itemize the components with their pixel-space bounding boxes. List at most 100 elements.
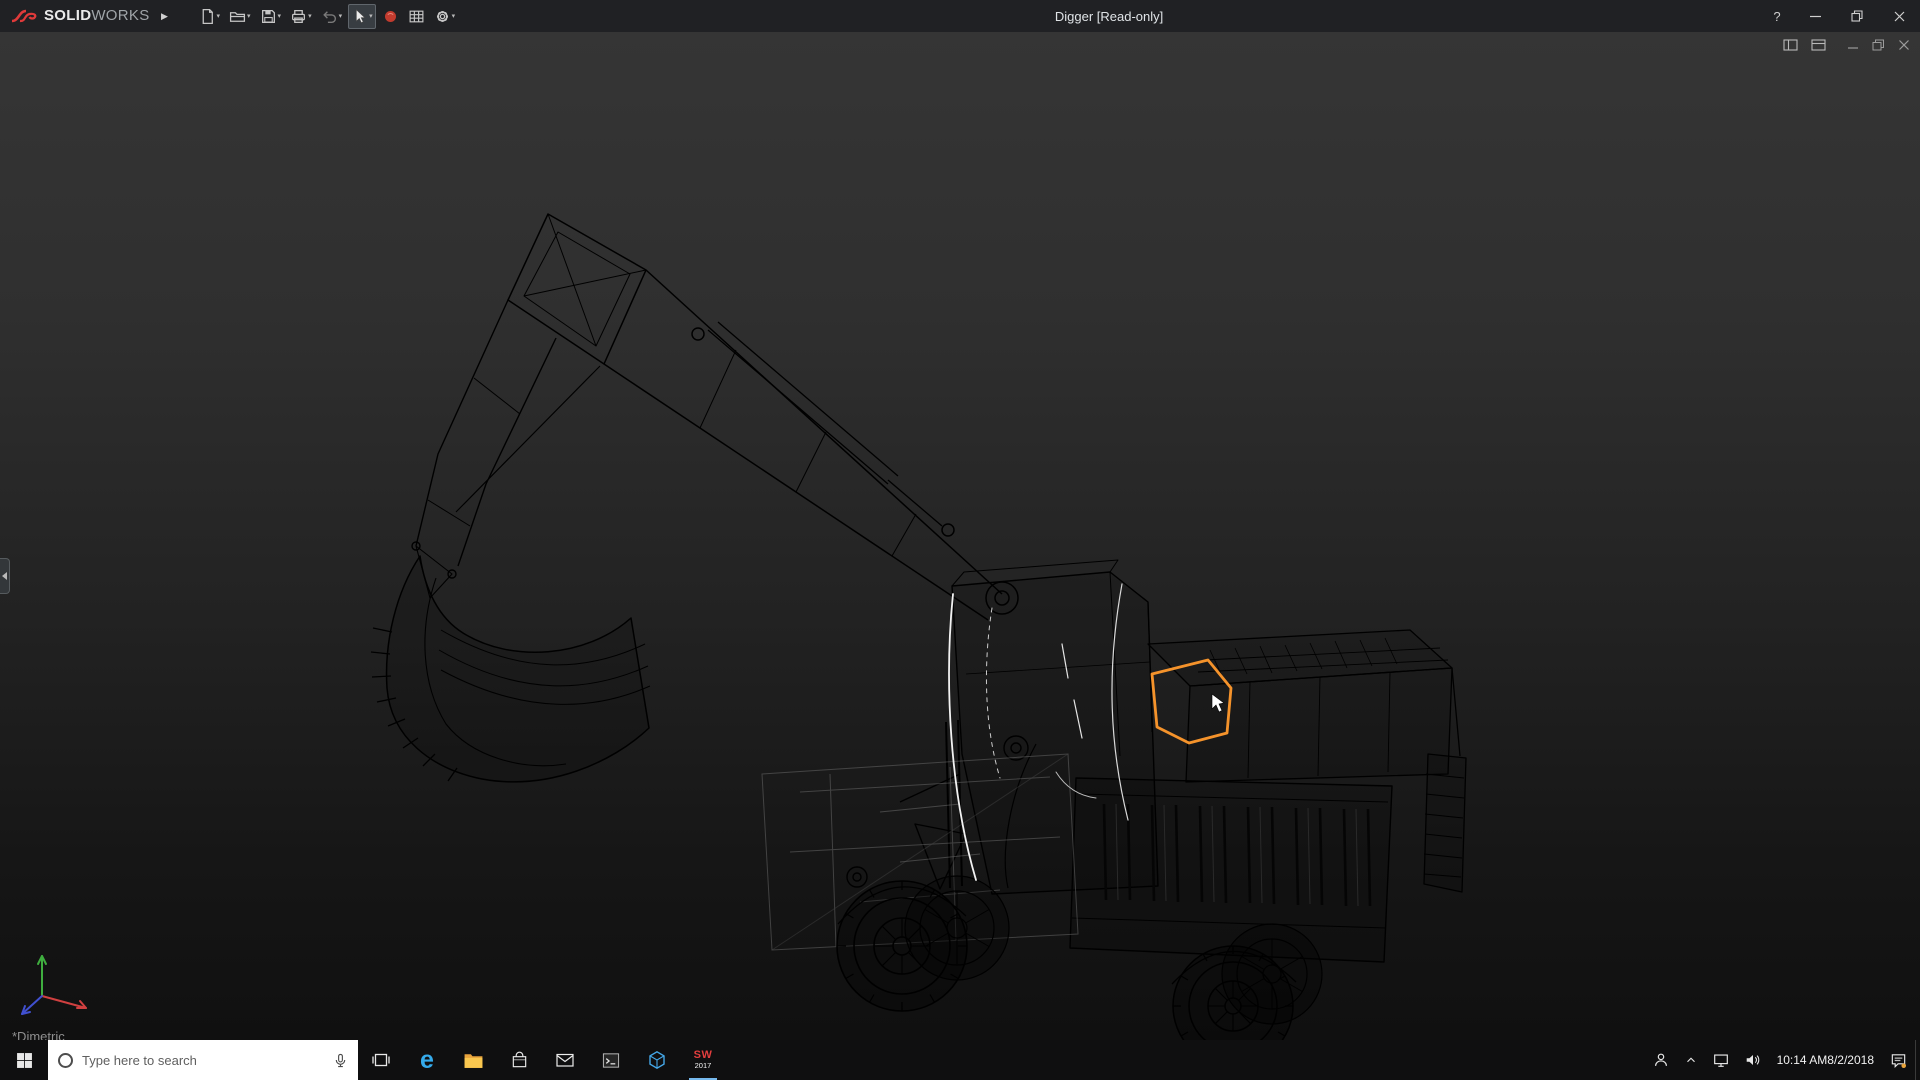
undo-button[interactable]: ▾	[318, 4, 346, 29]
triad-x-axis[interactable]	[41, 995, 87, 1009]
dropdown-caret-icon[interactable]: ▾	[308, 12, 312, 20]
sw-year-badge: 2017	[694, 1061, 712, 1071]
console-window-button[interactable]	[588, 1040, 634, 1080]
open-folder-icon	[229, 11, 246, 22]
menu-flyout-button[interactable]: ▶	[156, 5, 174, 27]
system-tray: 10:14 AM 8/2/2018	[1645, 1040, 1920, 1080]
restore-button[interactable]	[1836, 0, 1878, 32]
folder-icon	[464, 1053, 482, 1068]
doc-minimize-icon	[1848, 47, 1858, 49]
taskbar-search[interactable]	[48, 1040, 358, 1080]
boom[interactable]	[507, 213, 1019, 621]
close-button[interactable]	[1878, 0, 1920, 32]
start-button[interactable]	[0, 1040, 48, 1080]
pane-left-icon	[1783, 39, 1798, 51]
show-pane-top-button[interactable]	[1811, 38, 1826, 52]
orientation-triad[interactable]	[8, 938, 104, 1022]
document-window-controls	[1783, 38, 1910, 52]
document-title: Digger [Read-only]	[1054, 8, 1164, 24]
mail-envelope-icon	[556, 1053, 574, 1067]
feature-manager-collapsed-tab[interactable]	[0, 558, 10, 594]
store-bag-icon	[512, 1051, 526, 1067]
hidden-icons-button[interactable]	[1677, 1040, 1705, 1080]
people-icon	[1654, 1053, 1667, 1066]
chevron-up-icon	[1686, 1057, 1695, 1063]
screen: SOLIDWORKS ▶ ▾ ▾ ▾ ▾ ▾ ▾ ▾ Digger [Read-…	[0, 0, 1920, 1080]
save-button[interactable]: ▾	[257, 4, 285, 29]
search-input[interactable]	[82, 1052, 324, 1068]
dropdown-caret-icon[interactable]: ▾	[247, 12, 251, 20]
people-button[interactable]	[1645, 1040, 1677, 1080]
dropdown-caret-icon[interactable]: ▾	[452, 12, 456, 20]
quick-access-toolbar: ▾ ▾ ▾ ▾ ▾ ▾ ▾	[196, 3, 459, 29]
doc-restore-icon	[1872, 39, 1884, 51]
sw-mark: SW	[693, 1049, 713, 1062]
file-explorer-button[interactable]	[450, 1040, 496, 1080]
close-icon	[1894, 11, 1904, 21]
help-button[interactable]: ?	[1760, 9, 1794, 24]
chevron-left-icon	[2, 572, 7, 580]
print-icon	[292, 9, 306, 23]
view-orientation-label: *Dimetric	[12, 1029, 65, 1040]
clock[interactable]: 10:14 AM 8/2/2018	[1769, 1040, 1882, 1080]
dropdown-caret-icon[interactable]: ▾	[278, 12, 282, 20]
doc-close-button[interactable]	[1898, 39, 1910, 51]
solidworks-logo: SOLIDWORKS	[0, 7, 156, 25]
mail-button[interactable]	[542, 1040, 588, 1080]
edrawings-button[interactable]	[634, 1040, 680, 1080]
pane-top-icon	[1811, 39, 1826, 51]
ds-logo-icon	[11, 9, 37, 23]
brand-solid: SOLID	[44, 7, 92, 24]
brand-text: SOLIDWORKS	[44, 7, 150, 25]
gear-icon	[436, 10, 448, 22]
windows-logo-icon	[16, 1052, 32, 1068]
microphone-icon[interactable]	[333, 1053, 348, 1068]
graphics-viewport[interactable]: *Dimetric	[0, 32, 1920, 1040]
store-button[interactable]	[496, 1040, 542, 1080]
bucket[interactable]	[370, 555, 651, 783]
task-view-icon	[372, 1053, 390, 1067]
doc-close-icon	[1899, 40, 1909, 50]
save-icon	[261, 9, 275, 23]
blue-cube-icon	[649, 1050, 665, 1070]
print-button[interactable]: ▾	[287, 4, 315, 29]
xpress-products-button[interactable]	[379, 4, 402, 29]
minimize-icon	[1809, 15, 1821, 17]
excavator-wireframe-model[interactable]	[0, 32, 1920, 1040]
task-view-button[interactable]	[358, 1040, 404, 1080]
undo-icon	[322, 10, 336, 23]
xpress-products-icon	[384, 10, 396, 22]
show-desktop-button[interactable]	[1915, 1040, 1920, 1080]
open-button[interactable]: ▾	[226, 4, 254, 29]
select-cursor-icon	[356, 8, 366, 23]
arm[interactable]	[411, 299, 601, 599]
evaluate-grid-button[interactable]	[405, 4, 428, 29]
dropdown-caret-icon[interactable]: ▾	[217, 12, 221, 20]
options-button[interactable]: ▾	[431, 4, 459, 29]
minimize-button[interactable]	[1794, 0, 1836, 32]
action-center-icon	[1891, 1053, 1907, 1068]
new-document-button[interactable]: ▾	[196, 4, 224, 29]
edge-browser-button[interactable]: e	[404, 1040, 450, 1080]
edge-icon: e	[420, 1045, 434, 1074]
grid-table-icon	[409, 10, 424, 22]
doc-minimize-button[interactable]	[1839, 39, 1859, 51]
network-icon	[1713, 1054, 1728, 1067]
brand-works: WORKS	[91, 7, 150, 24]
cortana-icon	[58, 1052, 73, 1068]
titlebar: SOLIDWORKS ▶ ▾ ▾ ▾ ▾ ▾ ▾ ▾ Digger [Read-…	[0, 0, 1920, 32]
select-tool-button[interactable]: ▾	[348, 3, 376, 29]
dropdown-caret-icon[interactable]: ▾	[339, 12, 343, 20]
solidworks-app-icon: SW 2017	[694, 1050, 713, 1070]
clock-time: 10:14 AM	[1776, 1052, 1828, 1067]
volume-button[interactable]	[1737, 1040, 1769, 1080]
doc-restore-button[interactable]	[1872, 39, 1885, 51]
show-pane-left-button[interactable]	[1783, 38, 1798, 52]
dropdown-caret-icon[interactable]: ▾	[369, 12, 373, 20]
action-center-button[interactable]	[1882, 1040, 1915, 1080]
network-button[interactable]	[1705, 1040, 1737, 1080]
new-document-icon	[202, 8, 213, 24]
clock-date: 8/2/2018	[1827, 1052, 1874, 1067]
solidworks-2017-button[interactable]: SW 2017	[680, 1040, 726, 1080]
restore-icon	[1851, 10, 1863, 22]
